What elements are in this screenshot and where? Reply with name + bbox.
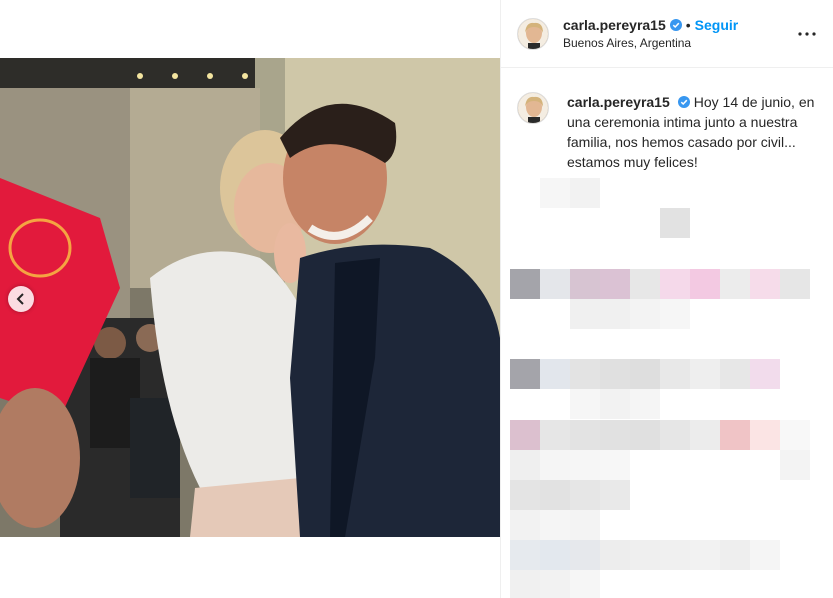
pixel-block	[720, 540, 750, 570]
pixel-block	[750, 359, 780, 389]
pixel-block	[660, 359, 690, 389]
pixel-block	[630, 389, 660, 419]
pixel-block	[570, 450, 600, 480]
pixel-block	[540, 359, 570, 389]
pixel-block	[540, 540, 570, 570]
pixel-block	[720, 420, 750, 450]
pixel-block	[570, 389, 600, 419]
pixel-block	[510, 359, 540, 389]
pixel-block	[630, 359, 660, 389]
avatar[interactable]	[517, 17, 549, 50]
pixel-block	[600, 420, 630, 450]
pixel-block	[570, 178, 600, 208]
caption-text: carla.pereyra15 Hoy 14 de junio, en una …	[567, 92, 817, 172]
pixel-block	[630, 299, 660, 329]
pixel-block	[660, 208, 690, 238]
pixel-block	[780, 420, 810, 450]
pixel-block	[540, 178, 570, 208]
pixel-block	[720, 269, 750, 299]
username-link[interactable]: carla.pereyra15	[563, 17, 666, 33]
pixel-block	[510, 510, 540, 540]
pixel-block	[570, 510, 600, 540]
post-photo[interactable]	[0, 58, 500, 537]
pixel-block	[780, 269, 810, 299]
pixel-block	[570, 480, 600, 510]
pixel-block	[570, 359, 600, 389]
pixel-block	[570, 269, 600, 299]
pixel-block	[510, 570, 540, 598]
pixel-block	[510, 480, 540, 510]
pixel-block	[660, 540, 690, 570]
chevron-left-icon	[16, 293, 24, 305]
pixel-block	[540, 420, 570, 450]
pixel-block	[570, 420, 600, 450]
header-row: carla.pereyra15 • Seguir	[563, 17, 795, 33]
media-column	[0, 0, 500, 598]
pixel-block	[630, 420, 660, 450]
pixel-block	[690, 269, 720, 299]
pixel-block	[600, 389, 630, 419]
verified-badge-icon	[669, 19, 682, 31]
pixel-block	[540, 480, 570, 510]
wedding-photo	[0, 58, 500, 537]
pixel-block	[750, 540, 780, 570]
pixel-block	[540, 510, 570, 540]
pixel-block	[600, 480, 630, 510]
separator-dot: •	[685, 17, 691, 33]
redacted-comments	[510, 178, 833, 598]
location-link[interactable]: Buenos Aires, Argentina	[563, 36, 795, 50]
caption-username-link[interactable]: carla.pereyra15	[567, 94, 670, 110]
pixel-block	[600, 299, 630, 329]
post-caption: carla.pereyra15 Hoy 14 de junio, en una …	[501, 68, 833, 172]
pixel-block	[660, 420, 690, 450]
pixel-block	[690, 420, 720, 450]
pixel-block	[660, 269, 690, 299]
pixel-block	[750, 420, 780, 450]
pixel-block	[780, 450, 810, 480]
pixel-block	[600, 540, 630, 570]
more-options-button[interactable]	[795, 22, 819, 46]
pixel-block	[690, 359, 720, 389]
follow-button[interactable]: Seguir	[695, 17, 739, 33]
pixel-block	[660, 299, 690, 329]
avatar-photo	[518, 93, 548, 123]
pixel-block	[570, 540, 600, 570]
pixel-block	[690, 540, 720, 570]
pixel-block	[630, 269, 660, 299]
pixel-block	[600, 359, 630, 389]
verified-badge-icon	[677, 96, 690, 108]
pixel-block	[510, 269, 540, 299]
pixel-block	[510, 540, 540, 570]
more-options-icon	[798, 31, 816, 36]
avatar-photo	[518, 18, 548, 49]
carousel-previous-button[interactable]	[8, 286, 34, 312]
pixel-block	[600, 450, 630, 480]
header-text: carla.pereyra15 • Seguir Buenos Aires, A…	[563, 17, 795, 50]
pixel-block	[570, 299, 600, 329]
pixel-block	[600, 269, 630, 299]
pixel-block	[750, 269, 780, 299]
pixel-block	[720, 359, 750, 389]
pixel-block	[540, 570, 570, 598]
pixel-block	[510, 420, 540, 450]
post-header: carla.pereyra15 • Seguir Buenos Aires, A…	[501, 0, 833, 68]
pixel-block	[570, 570, 600, 598]
caption-avatar[interactable]	[517, 92, 549, 124]
pixel-block	[540, 450, 570, 480]
pixel-block	[630, 540, 660, 570]
pixel-block	[540, 269, 570, 299]
pixel-block	[510, 450, 540, 480]
